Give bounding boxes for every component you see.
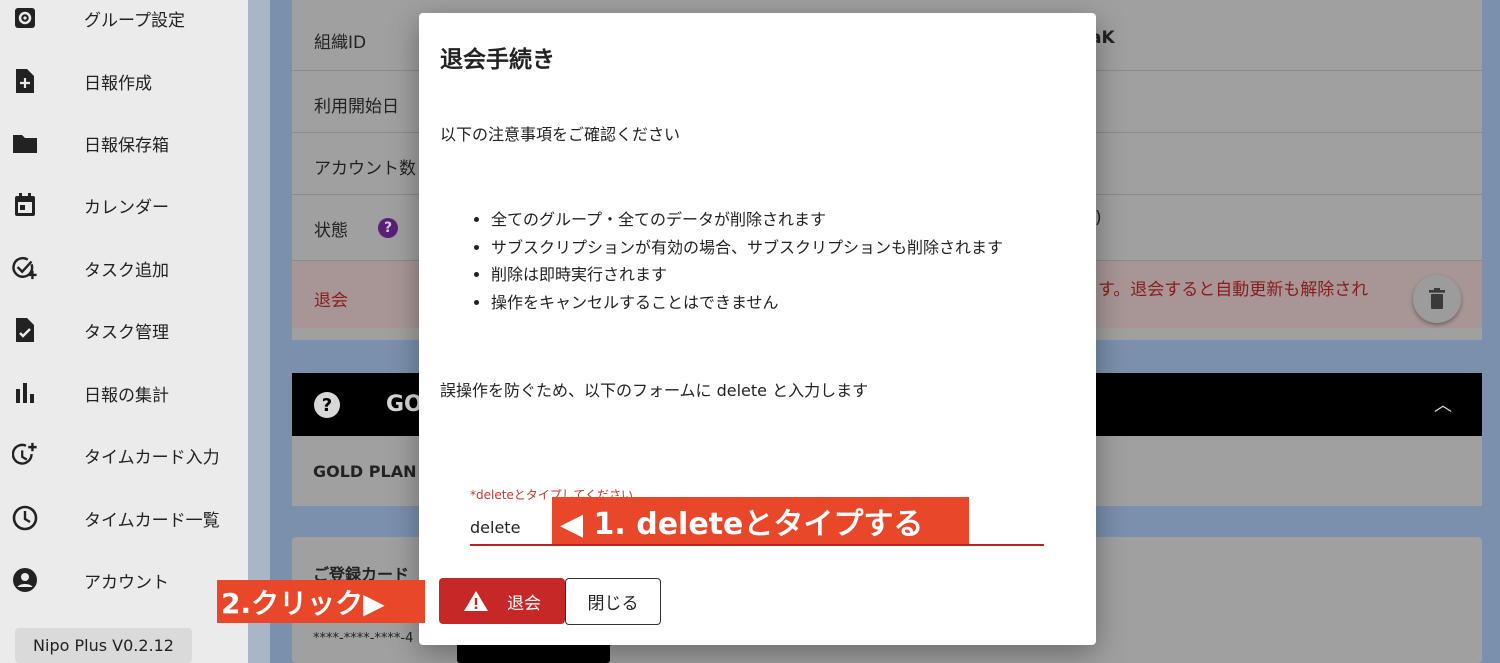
withdraw-label: 退会 bbox=[314, 291, 348, 311]
calendar-icon bbox=[12, 192, 38, 218]
dialog-title: 退会手続き bbox=[440, 47, 555, 73]
withdraw-dialog: 退会手続き 以下の注意事項をご確認ください 全てのグループ・全てのデータが削除さ… bbox=[419, 13, 1096, 645]
sidebar-item-label: 日報の集計 bbox=[84, 385, 169, 406]
sidebar-item-label: 日報作成 bbox=[84, 73, 152, 94]
folder-icon bbox=[12, 130, 38, 156]
sidebar-item-report-stats[interactable]: 日報の集計 bbox=[0, 373, 248, 413]
annotation-step2: 2.クリック▶ bbox=[217, 580, 425, 623]
dialog-instruction: 誤操作を防ぐため、以下のフォームに delete と入力します bbox=[440, 381, 869, 400]
sidebar-item-label: カレンダー bbox=[84, 197, 169, 218]
time-add-icon bbox=[12, 442, 38, 468]
sidebar-item-timecard-input[interactable]: タイムカード入力 bbox=[0, 435, 248, 475]
plan-text: GOLD PLAN bbox=[313, 462, 417, 481]
sidebar-item-report-archive[interactable]: 日報保存箱 bbox=[0, 123, 248, 163]
close-button[interactable]: 閉じる bbox=[565, 578, 661, 625]
trash-button[interactable] bbox=[1413, 275, 1461, 323]
trash-icon bbox=[1429, 288, 1445, 309]
task-check-icon bbox=[12, 317, 38, 343]
section-title: GO bbox=[386, 392, 423, 417]
version-badge: Nipo Plus V0.2.12 bbox=[15, 628, 192, 663]
card-number: ****-****-****-4 bbox=[313, 631, 414, 646]
sidebar-item-timecard-list[interactable]: タイムカード一覧 bbox=[0, 498, 248, 538]
clock-icon bbox=[12, 505, 38, 531]
row-label: アカウント数 bbox=[314, 159, 416, 179]
sidebar: グループ設定 日報作成 日報保存箱 カレンダー タスク追加 タスク管理 日報の集… bbox=[0, 0, 248, 663]
sidebar-item-label: タスク管理 bbox=[84, 322, 169, 343]
row-label: 組織ID bbox=[314, 33, 367, 53]
row-label: 利用開始日 bbox=[314, 97, 399, 117]
note-add-icon bbox=[12, 68, 38, 94]
warning-icon bbox=[464, 591, 488, 611]
list-item: 操作をキャンセルすることはできません bbox=[491, 289, 1003, 317]
sidebar-item-task-add[interactable]: タスク追加 bbox=[0, 248, 248, 288]
task-add-icon bbox=[12, 255, 38, 281]
withdraw-note: す。退会すると自動更新も解除され bbox=[1098, 280, 1369, 300]
sidebar-item-task-manage[interactable]: タスク管理 bbox=[0, 310, 248, 350]
help-circle-icon: ? bbox=[314, 392, 340, 418]
list-item: 削除は即時実行されます bbox=[491, 261, 1003, 289]
withdraw-button-label: 退会 bbox=[507, 593, 541, 614]
bar-chart-icon bbox=[12, 380, 38, 406]
sidebar-item-report-create[interactable]: 日報作成 bbox=[0, 61, 248, 101]
sidebar-item-label: アカウント bbox=[84, 572, 169, 593]
sidebar-item-label: タイムカード入力 bbox=[84, 447, 220, 468]
gear-icon bbox=[12, 5, 38, 31]
annotation-step1: ◀ 1. deleteとタイプする bbox=[552, 497, 969, 544]
chevron-up-icon: ︿ bbox=[1434, 395, 1452, 416]
sidebar-item-label: 日報保存箱 bbox=[84, 135, 169, 156]
row-label: 状態 bbox=[314, 221, 348, 241]
sidebar-item-label: タイムカード一覧 bbox=[84, 510, 220, 531]
help-icon[interactable]: ? bbox=[378, 218, 398, 238]
dialog-intro: 以下の注意事項をご確認ください bbox=[440, 125, 681, 144]
sidebar-item-calendar[interactable]: カレンダー bbox=[0, 185, 248, 225]
list-item: 全てのグループ・全てのデータが削除されます bbox=[491, 206, 1003, 234]
notice-list: 全てのグループ・全てのデータが削除されます サブスクリプションが有効の場合、サブ… bbox=[471, 206, 1003, 316]
sidebar-item-label: タスク追加 bbox=[84, 260, 169, 281]
list-item: サブスクリプションが有効の場合、サブスクリプションも削除されます bbox=[491, 234, 1003, 262]
sidebar-item-label: グループ設定 bbox=[84, 10, 185, 31]
sidebar-item-account[interactable]: アカウント bbox=[0, 560, 248, 600]
sidebar-item-group-settings[interactable]: グループ設定 bbox=[0, 0, 248, 38]
withdraw-button[interactable]: 退会 bbox=[439, 578, 565, 624]
account-icon bbox=[12, 567, 38, 593]
